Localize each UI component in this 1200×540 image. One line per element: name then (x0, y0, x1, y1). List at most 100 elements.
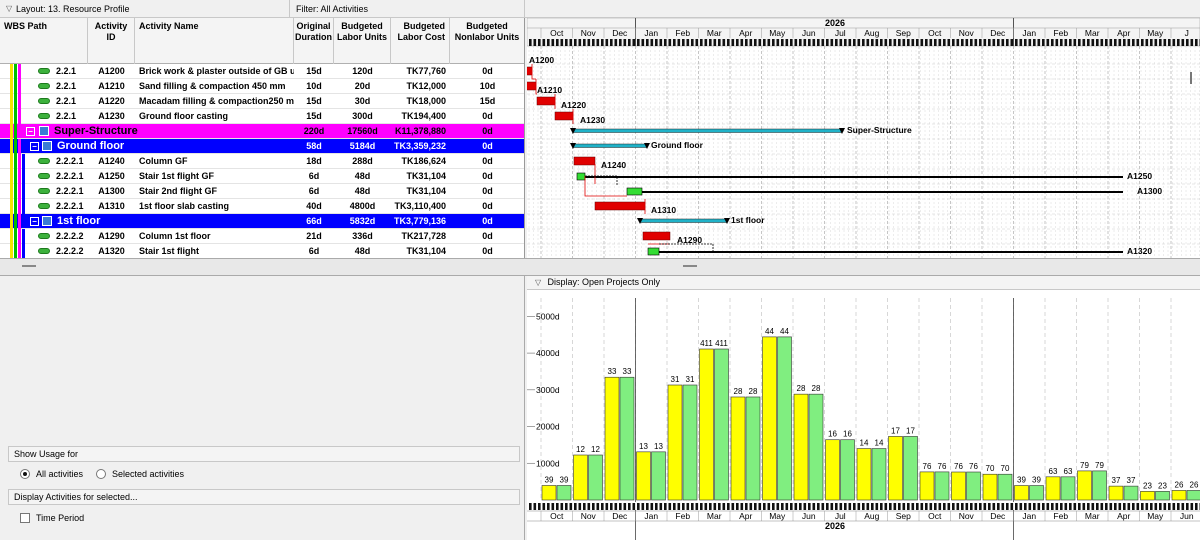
table-row[interactable]: 2.2.2.1 A1300 Stair 2nd flight GF 6d 48d TK31… (0, 184, 524, 199)
table-row[interactable]: 2.2.1 A1230 Ground floor casting 15d 300d TK1… (0, 109, 524, 124)
col-header-duration[interactable]: Original Duration (294, 18, 334, 64)
month-label: Mar (707, 28, 722, 38)
table-row[interactable]: 2.2.2.1 A1240 Column GF 18d 288d TK186,624 0d (0, 154, 524, 169)
week-tick (817, 39, 820, 46)
week-tick (700, 503, 703, 510)
critical-bar (573, 156, 596, 166)
histogram-bar (682, 384, 698, 501)
splitter-grip-right[interactable] (683, 265, 697, 267)
table-row[interactable]: 2.2.2.2 A1290 Column 1st floor 21d 336d TK217… (0, 229, 524, 244)
week-tick (646, 503, 649, 510)
cell-name: 1st floor (57, 215, 101, 227)
histogram-bar (1123, 485, 1139, 501)
cell-labor-units: 30d (354, 96, 371, 106)
week-tick (934, 503, 937, 510)
radio-all-activities[interactable]: All activities (20, 467, 83, 481)
month-label: May (1147, 28, 1164, 38)
wbs-level-stripe (14, 79, 17, 94)
week-tick (1159, 39, 1162, 46)
week-tick (907, 503, 910, 510)
week-tick (1190, 39, 1194, 46)
wbs-level-stripe (18, 199, 21, 214)
wbs-row[interactable]: − 1st floor 66d 5832d TK3,779,136 0d (0, 214, 524, 229)
week-tick (592, 39, 595, 46)
bar-label: A1300 (1137, 186, 1162, 196)
wbs-row[interactable]: − Super-Structure 220d 17560d K11,378,880 0d (0, 124, 524, 139)
col-header-wbs-path[interactable]: WBS Path (0, 18, 88, 64)
collapse-icon[interactable]: − (26, 127, 35, 136)
bar-label: Super-Structure (847, 125, 912, 135)
week-tick (880, 39, 883, 46)
wbs-level-stripe (14, 64, 17, 79)
week-tick (605, 503, 609, 510)
week-tick (776, 503, 780, 510)
week-tick (682, 39, 685, 46)
month-label: Jul (835, 28, 846, 38)
col-header-activity-name[interactable]: Activity Name (135, 18, 294, 64)
month-label: Mar (1085, 28, 1100, 38)
time-period-checkbox[interactable]: Time Period (20, 511, 84, 525)
table-row[interactable]: 2.2.2.1 A1250 Stair 1st flight GF 6d 48d TK31… (0, 169, 524, 184)
col-header-activity-id[interactable]: Activity ID (88, 18, 135, 64)
cell-labor-units: 48d (354, 186, 371, 196)
checkbox-icon[interactable] (20, 513, 30, 523)
week-tick (1186, 39, 1189, 46)
collapse-icon[interactable]: − (30, 217, 39, 226)
wbs-level-stripe (14, 94, 17, 109)
table-row[interactable]: 2.2.1 A1210 Sand filling & compaction 450 … (0, 79, 524, 94)
week-tick (790, 39, 793, 46)
bar-data-label: 23 (1143, 481, 1152, 490)
histogram-bar (714, 348, 729, 501)
table-row[interactable]: 2.2.2.1 A1310 1st floor slab casting 40d 480… (0, 199, 524, 214)
week-tick (1172, 503, 1176, 510)
radio-off-icon[interactable] (96, 469, 106, 479)
histogram-title: Display: Open Projects Only (547, 277, 661, 287)
histogram-title-bar[interactable]: ▽ Display: Open Projects Only (527, 276, 1200, 290)
week-tick (776, 39, 780, 46)
week-tick (664, 503, 667, 510)
cell-nonlabor-units: 0d (482, 66, 493, 76)
collapse-icon[interactable]: − (30, 142, 39, 151)
activity-table: WBS Path Activity ID Activity Name Origi… (0, 18, 525, 258)
splitter-grip-left[interactable] (22, 265, 36, 267)
week-tick (794, 503, 798, 510)
month-label: Jan (644, 511, 658, 521)
week-tick (772, 503, 775, 510)
table-row[interactable]: 2.2.2.2 A1320 Stair 1st flight 6d 48d TK31,10… (0, 244, 524, 258)
week-tick (610, 503, 613, 510)
cell-labor-cost: TK12,000 (406, 81, 446, 91)
bar-data-label: 79 (1080, 461, 1089, 470)
week-tick (749, 39, 753, 46)
col-header-labor-units[interactable]: Budgeted Labor Units (334, 18, 391, 64)
week-tick (542, 39, 546, 46)
filter-selector[interactable]: Filter: All Activities (290, 0, 525, 18)
wbs-row[interactable]: − Ground floor 58d 5184d TK3,359,232 0d (0, 139, 524, 154)
month-label: Jul (835, 511, 846, 521)
week-tick (596, 39, 600, 46)
histogram-bar (888, 436, 903, 501)
cell-duration: 58d (306, 141, 322, 151)
col-header-nonlabor-units[interactable]: Budgeted Nonlabor Units (450, 18, 524, 64)
cell-id: A1230 (98, 111, 125, 121)
horizontal-splitter[interactable] (0, 258, 1200, 276)
radio-selected-activities[interactable]: Selected activities (96, 467, 184, 481)
col-header-labor-cost[interactable]: Budgeted Labor Cost (391, 18, 450, 64)
month-label: Jan (644, 28, 658, 38)
week-tick (1033, 39, 1036, 46)
week-tick (1159, 503, 1162, 510)
cell-name: Macadam filling & compaction250 mr (139, 96, 294, 106)
week-tick (763, 39, 766, 46)
critical-bar (642, 231, 671, 241)
radio-on-icon[interactable] (20, 469, 30, 479)
week-tick (835, 503, 838, 510)
week-tick (875, 39, 879, 46)
week-tick (767, 503, 771, 510)
table-row[interactable]: 2.2.1 A1200 Brick work & plaster outside o… (0, 64, 524, 79)
week-tick (1150, 503, 1153, 510)
week-tick (1037, 503, 1041, 510)
week-tick (565, 39, 568, 46)
week-tick (1091, 39, 1095, 46)
layout-selector[interactable]: ▽ Layout: 13. Resource Profile (0, 0, 290, 18)
table-row[interactable]: 2.2.1 A1220 Macadam filling & compaction25… (0, 94, 524, 109)
week-tick (947, 39, 951, 46)
